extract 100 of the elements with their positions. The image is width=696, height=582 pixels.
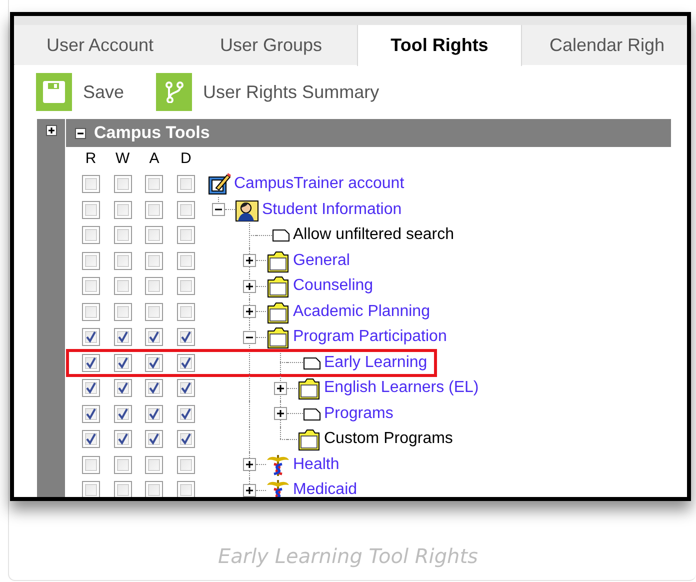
expand-icon[interactable]	[274, 382, 287, 395]
checkbox[interactable]	[145, 481, 164, 497]
checkbox[interactable]	[145, 277, 164, 296]
checkbox[interactable]	[114, 175, 132, 194]
checkbox[interactable]	[82, 430, 100, 448]
checkbox[interactable]	[176, 175, 195, 194]
caduceus-icon	[266, 478, 290, 497]
checkbox[interactable]	[176, 252, 195, 270]
person-icon	[235, 198, 259, 222]
checkbox[interactable]	[176, 379, 195, 398]
checkbox[interactable]	[176, 226, 195, 244]
image-caption: Early Learning Tool Rights	[217, 543, 479, 570]
account-edit-icon	[207, 172, 231, 196]
tree-label: Allow unfiltered search	[293, 225, 454, 246]
caduceus-icon	[266, 452, 290, 477]
checkbox[interactable]	[114, 277, 132, 296]
expand-icon[interactable]	[243, 458, 256, 472]
checkbox[interactable]	[114, 200, 132, 219]
tree-link[interactable]: General	[293, 248, 350, 273]
folder-icon	[297, 427, 321, 452]
checkbox[interactable]	[145, 404, 164, 423]
expand-icon[interactable]	[243, 305, 256, 318]
checkbox[interactable]	[114, 430, 132, 448]
checkbox[interactable]	[176, 404, 195, 423]
column-header: R	[84, 149, 98, 169]
checkbox[interactable]	[114, 226, 132, 244]
column-header: W	[114, 149, 131, 169]
save-icon	[36, 73, 72, 111]
checkbox[interactable]	[176, 328, 195, 346]
checkbox[interactable]	[82, 328, 100, 346]
column-header: D	[179, 149, 192, 169]
checkbox[interactable]	[176, 456, 195, 474]
expand-icon[interactable]	[243, 254, 256, 268]
checkbox[interactable]	[82, 379, 100, 398]
checkbox[interactable]	[145, 354, 164, 372]
checkbox[interactable]	[176, 200, 195, 219]
checkbox[interactable]	[145, 456, 164, 474]
checkbox[interactable]	[114, 481, 132, 497]
panel-title: Campus Tools	[94, 122, 210, 144]
toolbar-button[interactable]: User Rights Summary	[156, 73, 380, 111]
checkbox[interactable]	[82, 456, 100, 474]
checkbox[interactable]	[82, 302, 100, 321]
checkbox[interactable]	[145, 200, 164, 219]
checkbox[interactable]	[145, 175, 164, 194]
checkbox[interactable]	[82, 277, 100, 296]
checkbox[interactable]	[176, 354, 195, 372]
page-icon	[303, 356, 321, 370]
tree-link[interactable]: English Learners (EL)	[324, 376, 479, 400]
checkbox[interactable]	[114, 328, 132, 346]
tree-link[interactable]: Medicaid	[293, 478, 358, 497]
tree-link[interactable]: CampusTrainer account	[234, 172, 404, 196]
tree-link[interactable]: Programs	[324, 402, 394, 426]
checkbox[interactable]	[145, 226, 164, 244]
toolbar-button[interactable]: Save	[36, 73, 124, 111]
checkbox[interactable]	[145, 379, 164, 398]
tree-link[interactable]: Academic Planning	[293, 300, 430, 324]
checkbox[interactable]	[114, 354, 132, 372]
tree-link[interactable]: Program Participation	[293, 325, 447, 350]
folder-icon	[297, 376, 321, 400]
collapse-icon[interactable]	[75, 128, 86, 138]
collapse-icon[interactable]	[212, 203, 225, 216]
checkbox[interactable]	[114, 404, 132, 423]
tab[interactable]: Tool Rights	[357, 25, 522, 66]
page-icon	[303, 406, 321, 421]
column-header: A	[148, 149, 160, 169]
checkbox[interactable]	[145, 302, 164, 321]
checkbox[interactable]	[82, 252, 100, 270]
checkbox[interactable]	[114, 302, 132, 321]
folder-icon	[266, 325, 290, 350]
page-icon	[272, 228, 290, 242]
checkbox[interactable]	[176, 430, 195, 448]
expand-icon[interactable]	[243, 280, 256, 293]
checkbox[interactable]	[82, 175, 100, 194]
tree-link[interactable]: Health	[293, 452, 340, 477]
tree-link[interactable]: Counseling	[293, 274, 374, 298]
checkbox[interactable]	[176, 481, 195, 497]
checkbox[interactable]	[82, 404, 100, 423]
tree-link[interactable]: Student Information	[262, 198, 402, 222]
tree-label: Custom Programs	[324, 429, 453, 450]
expand-icon[interactable]	[243, 484, 256, 497]
checkbox[interactable]	[114, 456, 132, 474]
checkbox[interactable]	[145, 252, 164, 270]
folder-icon	[266, 274, 290, 298]
checkbox[interactable]	[145, 328, 164, 346]
expand-icon[interactable]	[274, 407, 287, 420]
checkbox[interactable]	[82, 481, 100, 497]
checkbox[interactable]	[82, 354, 100, 372]
checkbox[interactable]	[176, 302, 195, 321]
checkbox[interactable]	[82, 226, 100, 244]
checkbox[interactable]	[114, 252, 132, 270]
collapse-icon[interactable]	[243, 330, 256, 344]
folder-icon	[266, 300, 290, 324]
expand-icon[interactable]	[46, 125, 56, 136]
checkbox[interactable]	[114, 379, 132, 398]
tree-link[interactable]: Early Learning	[324, 350, 428, 375]
checkbox[interactable]	[82, 200, 100, 219]
folder-icon	[266, 248, 290, 273]
checkbox[interactable]	[176, 277, 195, 296]
checkbox[interactable]	[145, 430, 164, 448]
branch-icon	[156, 73, 192, 111]
